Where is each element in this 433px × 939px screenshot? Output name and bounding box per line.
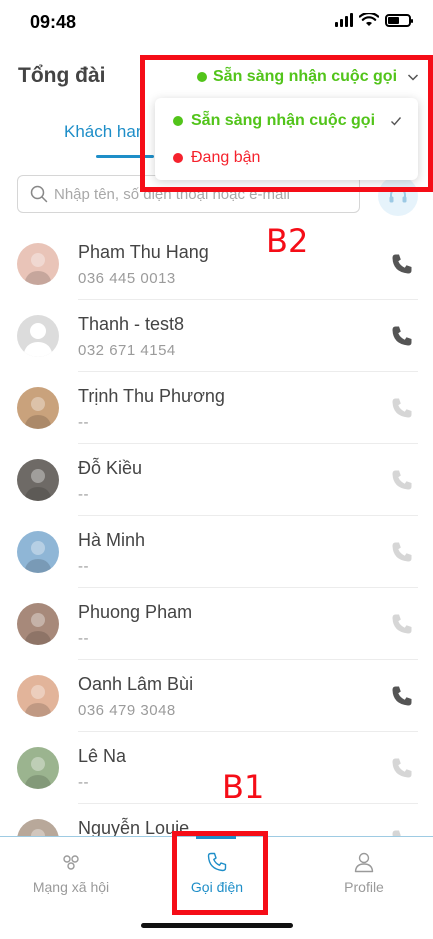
avatar [17,747,59,789]
page-title: Tổng đài [18,64,106,87]
call-phone-icon[interactable] [390,684,414,708]
status-bar: 09:48 [0,0,433,44]
search-icon [30,185,48,203]
contact-phone: -- [78,414,89,431]
nav-item-profile[interactable]: Profile [304,851,424,895]
contact-name: Pham Thu Hang [78,242,209,262]
contact-name: Thanh - test8 [78,314,185,334]
avatar [17,387,59,429]
contact-row[interactable]: Phuong Pham -- [0,588,433,660]
call-phone-icon[interactable] [390,612,414,636]
annotation-box-b1 [172,831,268,915]
avatar [17,675,59,717]
contact-name: Lê Na [78,746,127,766]
call-phone-icon[interactable] [390,324,414,348]
battery-icon [385,13,413,27]
contact-name: Oanh Lâm Bùi [78,674,194,694]
contact-phone: 036 479 3048 [78,702,176,719]
contact-row[interactable]: Trịnh Thu Phương -- [0,372,433,444]
contact-name: Hà Minh [78,530,146,550]
contact-phone: -- [78,486,89,503]
contact-name: Đỗ Kiều [78,458,143,478]
contact-row[interactable]: Đỗ Kiều -- [0,444,433,516]
call-phone-icon[interactable] [390,540,414,564]
person-icon [354,852,374,873]
home-indicator [141,923,293,928]
contact-row[interactable]: Thanh - test8 032 671 4154 [0,300,433,372]
contact-phone: -- [78,630,89,647]
avatar [17,315,59,357]
call-phone-icon[interactable] [390,396,414,420]
contact-name: Phuong Pham [78,602,193,622]
nav-item-social[interactable]: Mạng xã hội [11,851,131,895]
contact-name: Trịnh Thu Phương [78,386,225,406]
nav-label: Mạng xã hội [32,879,110,895]
call-phone-icon[interactable] [390,756,414,780]
avatar [17,603,59,645]
contact-row[interactable]: Hà Minh -- [0,516,433,588]
contact-row[interactable]: Pham Thu Hang 036 445 0013 [0,228,433,300]
annotation-label-b1: B1 [222,768,265,806]
contact-row[interactable]: Oanh Lâm Bùi 036 479 3048 [0,660,433,732]
contact-list: Pham Thu Hang 036 445 0013 Thanh - test8 03… [0,228,433,876]
signal-icon [335,13,353,27]
call-phone-icon[interactable] [390,252,414,276]
social-icon [63,855,79,870]
annotation-box-b2 [140,55,433,192]
status-icons [335,13,413,27]
contact-row[interactable]: Lê Na -- [0,732,433,804]
contact-phone: -- [78,774,89,791]
nav-label: Profile [344,879,384,895]
avatar [17,243,59,285]
avatar [17,531,59,573]
annotation-label-b2: B2 [266,222,309,260]
contact-phone: -- [78,558,89,575]
contact-phone: 036 445 0013 [78,270,176,287]
tab-customers[interactable]: Khách han [64,122,145,142]
call-phone-icon[interactable] [390,468,414,492]
avatar [17,459,59,501]
wifi-icon [359,13,379,26]
status-time: 09:48 [30,12,77,32]
contact-phone: 032 671 4154 [78,342,176,359]
